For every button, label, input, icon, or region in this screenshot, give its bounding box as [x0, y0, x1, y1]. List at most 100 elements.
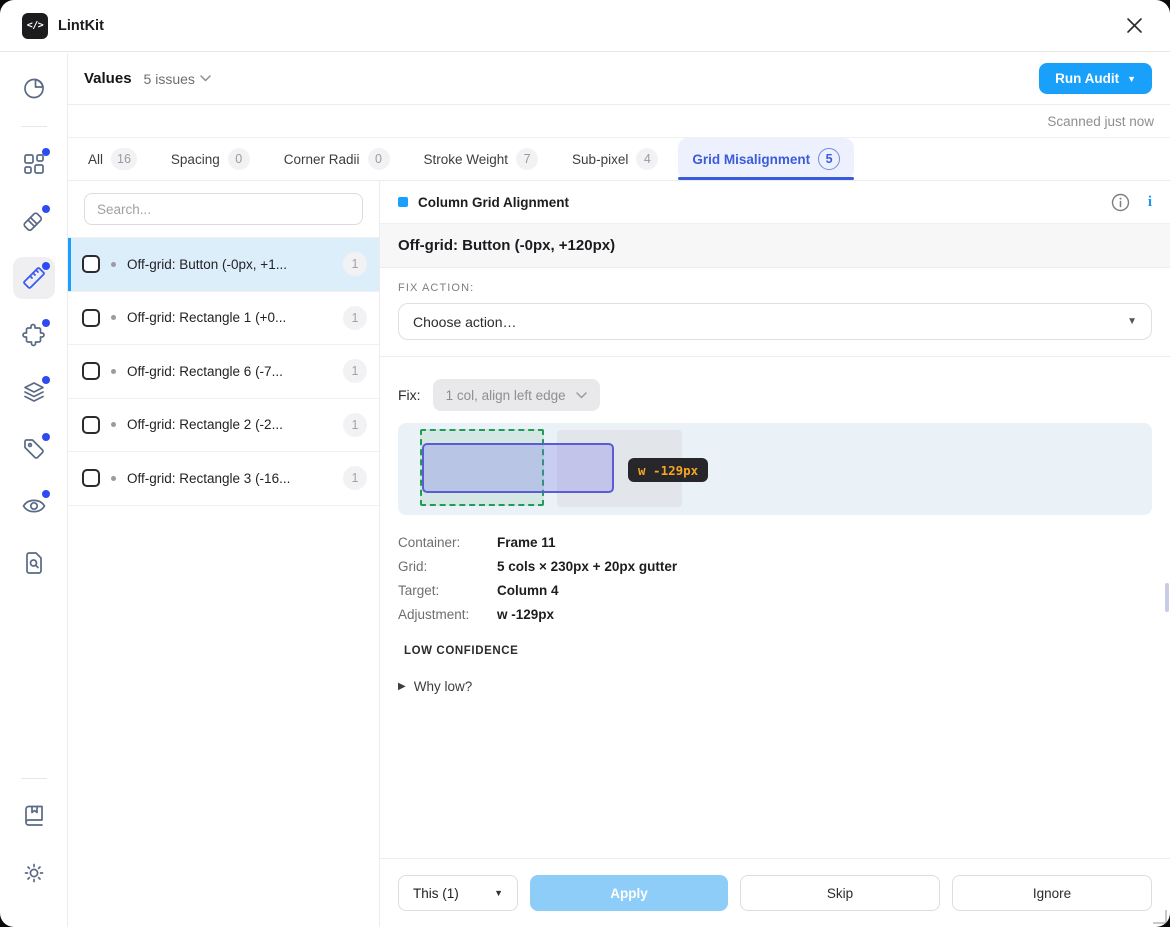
tab-count-badge: 4 — [636, 148, 658, 170]
ignore-button[interactable]: Ignore — [952, 875, 1152, 911]
dashboard-icon[interactable] — [13, 143, 55, 185]
plugin-window: </> LintKit — [0, 0, 1170, 927]
alignment-preview: w -129px — [398, 423, 1152, 515]
issue-count-badge: 1 — [343, 359, 367, 383]
tab-label: Spacing — [171, 152, 220, 167]
notification-dot — [42, 376, 50, 384]
tab-corner-radii[interactable]: Corner Radii 0 — [270, 138, 404, 180]
scan-status-row: Scanned just now — [68, 105, 1170, 138]
issue-checkbox[interactable] — [82, 362, 100, 380]
scrollbar-thumb[interactable] — [1165, 583, 1169, 612]
apply-button[interactable]: Apply — [530, 875, 728, 911]
tab-label: Grid Misalignment — [692, 152, 810, 167]
issue-count-badge: 1 — [343, 252, 367, 276]
list-end-divider — [68, 505, 379, 506]
issue-label: Off-grid: Rectangle 6 (-7... — [127, 364, 332, 379]
fix-action-select[interactable]: Choose action… ▼ — [398, 303, 1152, 340]
title-bar: </> LintKit — [0, 0, 1170, 52]
notification-dot — [42, 433, 50, 441]
bullet-icon — [111, 369, 116, 374]
eye-icon[interactable] — [13, 485, 55, 527]
issue-checkbox[interactable] — [82, 469, 100, 487]
icon-rail — [0, 53, 68, 927]
caret-down-icon: ▼ — [1127, 316, 1137, 327]
run-audit-button[interactable]: Run Audit ▼ — [1039, 63, 1152, 94]
info-circle-icon[interactable] — [1111, 193, 1130, 212]
issue-detail-pane: Column Grid Alignment i Off-grid: Button… — [380, 181, 1170, 927]
disclosure-triangle-icon: ▶ — [398, 681, 406, 692]
scan-status: Scanned just now — [1047, 114, 1154, 129]
tab-stroke-weight[interactable]: Stroke Weight 7 — [410, 138, 553, 180]
rule-color-swatch — [398, 197, 408, 207]
issue-count-badge: 1 — [343, 306, 367, 330]
property-row: Container: Frame 11 — [398, 535, 1152, 550]
tab-count-badge: 7 — [516, 148, 538, 170]
tab-spacing[interactable]: Spacing 0 — [157, 138, 264, 180]
notification-dot — [42, 490, 50, 498]
search-input[interactable] — [84, 193, 363, 225]
tab-sub-pixel[interactable]: Sub-pixel 4 — [558, 138, 672, 180]
issue-list-item[interactable]: Off-grid: Button (-0px, +1... 1 — [68, 237, 379, 291]
property-label: Container: — [398, 535, 497, 550]
fix-value: 1 col, align left edge — [446, 388, 566, 403]
tab-grid-misalignment[interactable]: Grid Misalignment 5 — [678, 138, 854, 180]
element-bounds-rect — [422, 443, 614, 493]
tab-all[interactable]: All 16 — [74, 138, 151, 180]
gear-icon[interactable] — [13, 852, 55, 894]
issues-summary-dropdown[interactable]: 5 issues — [144, 71, 211, 87]
tab-count-badge: 0 — [368, 148, 390, 170]
issue-checkbox[interactable] — [82, 416, 100, 434]
bullet-icon — [111, 315, 116, 320]
fix-action-value: Choose action… — [413, 314, 517, 330]
pie-chart-icon[interactable] — [13, 67, 55, 109]
tag-icon[interactable] — [13, 428, 55, 470]
issue-title: Off-grid: Button (-0px, +120px) — [398, 237, 615, 254]
property-value: 5 cols × 230px + 20px gutter — [497, 559, 677, 574]
issues-summary-label: 5 issues — [144, 71, 195, 87]
why-low-disclosure[interactable]: ▶ Why low? — [398, 679, 1170, 694]
action-footer: This (1) ▼ Apply Skip Ignore — [380, 858, 1170, 927]
properties-list: Container: Frame 11 Grid: 5 cols × 230px… — [380, 515, 1170, 631]
tab-label: Stroke Weight — [424, 152, 509, 167]
close-icon[interactable] — [1120, 12, 1148, 40]
bullet-icon — [111, 262, 116, 267]
paintbrush-icon[interactable] — [13, 200, 55, 242]
rule-header: Column Grid Alignment i — [380, 181, 1170, 224]
caret-down-icon: ▼ — [494, 888, 503, 898]
rail-divider — [21, 778, 47, 779]
issue-list-item[interactable]: Off-grid: Rectangle 6 (-7... 1 — [68, 344, 379, 398]
file-search-icon[interactable] — [13, 542, 55, 584]
tab-count-badge: 0 — [228, 148, 250, 170]
caret-down-icon: ▼ — [1127, 74, 1136, 84]
issue-checkbox[interactable] — [82, 255, 100, 273]
layers-icon[interactable] — [13, 371, 55, 413]
skip-button[interactable]: Skip — [740, 875, 940, 911]
puzzle-icon[interactable] — [13, 314, 55, 356]
notification-dot — [42, 262, 50, 270]
issue-label: Off-grid: Rectangle 3 (-16... — [127, 471, 332, 486]
tab-label: Sub-pixel — [572, 152, 628, 167]
page-title: Values — [84, 70, 132, 87]
issue-checkbox[interactable] — [82, 309, 100, 327]
adjustment-badge: w -129px — [628, 458, 708, 482]
resize-grip[interactable] — [1153, 910, 1167, 924]
fix-variant-select[interactable]: 1 col, align left edge — [433, 379, 600, 411]
book-icon[interactable] — [13, 795, 55, 837]
issue-label: Off-grid: Button (-0px, +1... — [127, 257, 332, 272]
issue-list-item[interactable]: Off-grid: Rectangle 2 (-2... 1 — [68, 398, 379, 452]
info-blue-icon[interactable]: i — [1148, 194, 1152, 211]
fix-action-label: FIX ACTION: — [398, 282, 1152, 294]
scope-select[interactable]: This (1) ▼ — [398, 875, 518, 911]
why-low-label: Why low? — [414, 679, 473, 694]
issue-list-item[interactable]: Off-grid: Rectangle 3 (-16... 1 — [68, 451, 379, 505]
ruler-icon[interactable] — [13, 257, 55, 299]
bullet-icon — [111, 476, 116, 481]
fix-action-section: FIX ACTION: Choose action… ▼ — [380, 268, 1170, 357]
rule-title: Column Grid Alignment — [418, 195, 569, 210]
issue-list-item[interactable]: Off-grid: Rectangle 1 (+0... 1 — [68, 291, 379, 345]
tab-count-badge: 5 — [818, 148, 840, 170]
tab-count-badge: 16 — [111, 148, 137, 170]
rail-bottom-group — [13, 776, 55, 909]
property-value: Column 4 — [497, 583, 559, 598]
scope-label: This (1) — [413, 886, 459, 901]
